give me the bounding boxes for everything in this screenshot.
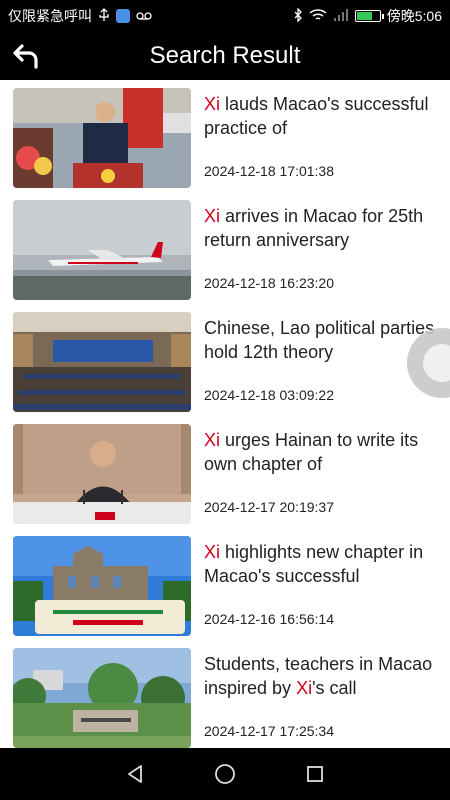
result-headline[interactable]: Students, teachers in Macao inspired by …: [204, 652, 440, 700]
result-item[interactable]: Chinese, Lao political parties hold 12th…: [0, 304, 450, 416]
status-bar: 仅限紧急呼叫 傍晚5:06: [0, 0, 450, 32]
result-headline[interactable]: Chinese, Lao political parties hold 12th…: [204, 316, 440, 364]
result-item[interactable]: Xi urges Hainan to write its own chapter…: [0, 416, 450, 528]
headline-keyword: Xi: [204, 94, 221, 114]
clock: 傍晚5:06: [386, 8, 442, 24]
system-nav-bar: [0, 748, 450, 800]
result-date: 2024-12-16 16:56:14: [204, 611, 334, 627]
nav-recents-button[interactable]: [300, 759, 330, 789]
headline-keyword: Xi: [296, 678, 313, 698]
result-headline[interactable]: Xi highlights new chapter in Macao's suc…: [204, 540, 440, 588]
headline-keyword: Xi: [204, 206, 221, 226]
headline-keyword: Xi: [204, 430, 221, 450]
news-thumbnail: [13, 536, 191, 636]
result-item[interactable]: Xi highlights new chapter in Macao's suc…: [0, 528, 450, 640]
result-headline[interactable]: Xi urges Hainan to write its own chapter…: [204, 428, 440, 476]
headline-text: lauds Macao's successful practice of: [204, 94, 429, 138]
voicemail-icon: [136, 8, 152, 24]
result-date: 2024-12-17 17:25:34: [204, 723, 334, 739]
nav-back-button[interactable]: [120, 759, 150, 789]
signal-icon: [333, 8, 349, 25]
app-notification-icon: [116, 9, 130, 23]
headline-text: Chinese, Lao political parties hold 12th…: [204, 318, 435, 362]
result-date: 2024-12-18 03:09:22: [204, 387, 334, 403]
headline-text: highlights new chapter in Macao's succes…: [204, 542, 424, 586]
result-item[interactable]: Students, teachers in Macao inspired by …: [0, 640, 450, 748]
nav-home-button[interactable]: [210, 759, 240, 789]
notification-text: 仅限紧急呼叫: [8, 8, 92, 24]
usb-icon: [98, 7, 110, 25]
circle-home-icon: [215, 764, 235, 784]
headline-keyword: Xi: [204, 542, 221, 562]
result-item[interactable]: Xi lauds Macao's successful practice of …: [0, 80, 450, 192]
news-thumbnail: [13, 648, 191, 748]
headline-text: arrives in Macao for 25th return anniver…: [204, 206, 424, 250]
result-date: 2024-12-18 16:23:20: [204, 275, 334, 291]
result-headline[interactable]: Xi arrives in Macao for 25th return anni…: [204, 204, 440, 252]
news-thumbnail: [13, 200, 191, 300]
bluetooth-icon: [293, 6, 303, 25]
page-title: Search Result: [149, 42, 301, 69]
battery-fill: [356, 12, 372, 20]
news-thumbnail: [13, 88, 191, 188]
result-date: 2024-12-17 20:19:37: [204, 499, 334, 515]
battery-icon: [354, 10, 384, 22]
app-bar: Search Result: [0, 32, 450, 80]
news-thumbnail: [13, 424, 191, 524]
wifi-icon: [309, 8, 327, 25]
back-button[interactable]: [10, 40, 42, 72]
back-arrow-icon: [13, 44, 38, 69]
result-item[interactable]: Xi arrives in Macao for 25th return anni…: [0, 192, 450, 304]
triangle-back-icon: [128, 765, 142, 783]
news-thumbnail: [13, 312, 191, 412]
headline-text: 's call: [312, 678, 357, 698]
result-headline[interactable]: Xi lauds Macao's successful practice of: [204, 92, 440, 140]
headline-text: urges Hainan to write its own chapter of: [204, 430, 419, 474]
square-recents-icon: [307, 766, 323, 782]
result-date: 2024-12-18 17:01:38: [204, 163, 334, 179]
results-list[interactable]: Xi lauds Macao's successful practice of …: [0, 80, 450, 748]
